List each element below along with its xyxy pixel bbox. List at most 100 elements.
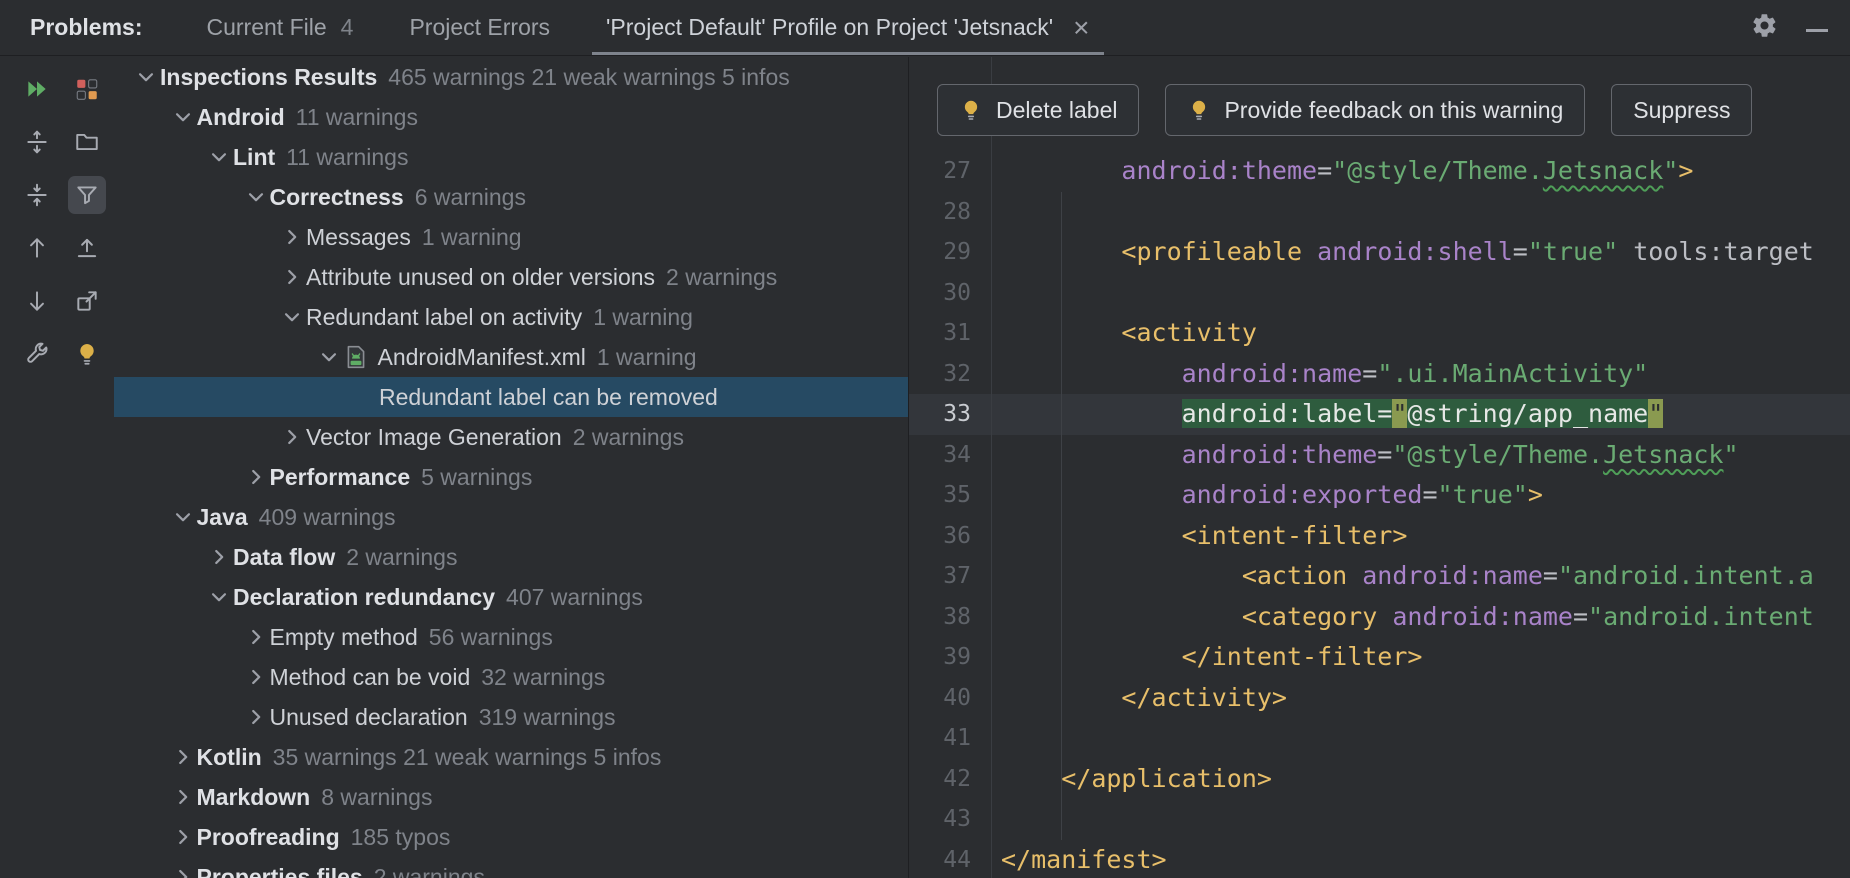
tree-row-kotlin[interactable]: Kotlin 35 warnings 21 weak warnings 5 inf…	[114, 737, 908, 777]
left-toolbar	[0, 57, 114, 878]
code-line-32[interactable]: 32 android:name=".ui.MainActivity"	[909, 354, 1850, 395]
rerun-inspections-icon[interactable]	[18, 70, 56, 108]
chevron-right-icon[interactable]	[169, 823, 197, 851]
code-line-38[interactable]: 38 <category android:name="android.inten…	[909, 597, 1850, 638]
export-icon[interactable]	[68, 282, 106, 320]
tree-row-label: Java	[197, 504, 248, 531]
provide-feedback-on-this-warning-button[interactable]: Provide feedback on this warning	[1165, 84, 1585, 136]
code-line-27[interactable]: 27 android:theme="@style/Theme.Jetsnack"…	[909, 151, 1850, 192]
tree-row-data-flow[interactable]: Data flow2 warnings	[114, 537, 908, 577]
tree-row-vector-image-generation[interactable]: Vector Image Generation2 warnings	[114, 417, 908, 457]
chevron-down-icon[interactable]	[205, 143, 233, 171]
chevron-down-icon[interactable]	[205, 583, 233, 611]
tree-row-label: Inspections Results	[160, 64, 377, 91]
code-text: android:theme="@style/Theme.Jetsnack"	[991, 435, 1739, 476]
code-text	[991, 718, 1001, 759]
chevron-right-icon[interactable]	[278, 223, 306, 251]
tab-project-errors[interactable]: Project Errors	[381, 0, 578, 55]
close-tab-icon[interactable]: ×	[1073, 14, 1089, 42]
code-line-37[interactable]: 37 <action android:name="android.intent.…	[909, 556, 1850, 597]
tree-row-label: Kotlin	[197, 744, 262, 771]
hide-tool-window-icon[interactable]	[1806, 19, 1828, 37]
tree-row-messages[interactable]: Messages1 warning	[114, 217, 908, 257]
tool-window-header: Problems: Current File4Project Errors'Pr…	[0, 0, 1850, 56]
chevron-right-icon[interactable]	[169, 863, 197, 878]
chevron-right-icon[interactable]	[169, 743, 197, 771]
chevron-right-icon[interactable]	[278, 263, 306, 291]
collapse-all-icon[interactable]	[18, 176, 56, 214]
tree-row-label: Proofreading	[197, 824, 340, 851]
code-text: <profileable android:shell="true" tools:…	[991, 232, 1814, 273]
chevron-right-icon[interactable]	[169, 783, 197, 811]
chevron-right-icon[interactable]	[242, 463, 270, 491]
tree-row-count: 2 warnings	[346, 544, 457, 571]
code-line-36[interactable]: 36 <intent-filter>	[909, 516, 1850, 557]
code-text: <category android:name="android.intent	[991, 597, 1814, 638]
chevron-down-icon[interactable]	[278, 303, 306, 331]
chevron-right-icon[interactable]	[242, 703, 270, 731]
tree-row-redundant-label-can-be-removed[interactable]: Redundant label can be removed	[114, 377, 908, 417]
chevron-down-icon[interactable]	[169, 503, 197, 531]
expand-all-icon[interactable]	[18, 123, 56, 161]
code-line-30[interactable]: 30	[909, 273, 1850, 314]
suppress-button[interactable]: Suppress	[1611, 84, 1752, 136]
chevron-down-icon[interactable]	[169, 103, 197, 131]
chevron-right-icon[interactable]	[278, 423, 306, 451]
next-problem-icon[interactable]	[18, 282, 56, 320]
code-line-43[interactable]: 43	[909, 799, 1850, 840]
code-line-29[interactable]: 29 <profileable android:shell="true" too…	[909, 232, 1850, 273]
tree-row-count: 35 warnings 21 weak warnings 5 infos	[273, 744, 662, 771]
tree-row-declaration-redundancy[interactable]: Declaration redundancy407 warnings	[114, 577, 908, 617]
tree-row-performance[interactable]: Performance5 warnings	[114, 457, 908, 497]
tab-project-default-profile-on-project-jetsnack[interactable]: 'Project Default' Profile on Project 'Je…	[578, 0, 1117, 55]
chevron-right-icon[interactable]	[205, 543, 233, 571]
tree-row-redundant-label-on-activity[interactable]: Redundant label on activity1 warning	[114, 297, 908, 337]
tree-row-lint[interactable]: Lint11 warnings	[114, 137, 908, 177]
upload-icon[interactable]	[68, 229, 106, 267]
tree-row-unused-declaration[interactable]: Unused declaration319 warnings	[114, 697, 908, 737]
code-line-40[interactable]: 40 </activity>	[909, 678, 1850, 719]
delete-label-button[interactable]: Delete label	[937, 84, 1139, 136]
code-line-33[interactable]: 33 android:label="@string/app_name"	[909, 394, 1850, 435]
code-line-42[interactable]: 42 </application>	[909, 759, 1850, 800]
tree-row-correctness[interactable]: Correctness6 warnings	[114, 177, 908, 217]
group-by-directory-icon[interactable]	[68, 123, 106, 161]
code-line-41[interactable]: 41	[909, 718, 1850, 759]
inspection-settings-wrench-icon[interactable]	[18, 335, 56, 373]
code-line-35[interactable]: 35 android:exported="true">	[909, 475, 1850, 516]
chevron-down-icon[interactable]	[315, 343, 343, 371]
tree-row-android[interactable]: Android11 warnings	[114, 97, 908, 137]
line-number: 43	[909, 799, 991, 840]
tree-row-java[interactable]: Java409 warnings	[114, 497, 908, 537]
tree-row-markdown[interactable]: Markdown8 warnings	[114, 777, 908, 817]
tree-row-count: 2 warnings	[573, 424, 684, 451]
severity-filter-icon[interactable]	[68, 70, 106, 108]
chevron-right-icon[interactable]	[242, 623, 270, 651]
header-tabs: Current File4Project Errors'Project Defa…	[178, 0, 1117, 55]
filter-icon[interactable]	[68, 176, 106, 214]
tree-row-label: Redundant label can be removed	[379, 384, 718, 411]
code-line-28[interactable]: 28	[909, 192, 1850, 233]
tree-row-attribute-unused-on-older-versions[interactable]: Attribute unused on older versions2 warn…	[114, 257, 908, 297]
tree-row-method-can-be-void[interactable]: Method can be void32 warnings	[114, 657, 908, 697]
code-line-31[interactable]: 31 <activity	[909, 313, 1850, 354]
chevron-down-icon[interactable]	[242, 183, 270, 211]
settings-gear-icon[interactable]	[1751, 12, 1778, 44]
tab-current-file[interactable]: Current File4	[178, 0, 381, 55]
tree-row-androidmanifest-xml[interactable]: AndroidManifest.xml1 warning	[114, 337, 908, 377]
tree-row-proofreading[interactable]: Proofreading185 typos	[114, 817, 908, 857]
tree-row-properties-files[interactable]: Properties files2 warnings	[114, 857, 908, 878]
previous-problem-icon[interactable]	[18, 229, 56, 267]
tree-row-inspections-results[interactable]: Inspections Results465 warnings 21 weak …	[114, 57, 908, 97]
toolbar-grid	[0, 57, 114, 373]
tree-row-empty-method[interactable]: Empty method56 warnings	[114, 617, 908, 657]
code-line-39[interactable]: 39 </intent-filter>	[909, 637, 1850, 678]
chevron-right-icon[interactable]	[242, 663, 270, 691]
tree-row-label: Properties files	[197, 864, 363, 878]
code-text: android:theme="@style/Theme.Jetsnack">	[991, 151, 1693, 192]
code-line-34[interactable]: 34 android:theme="@style/Theme.Jetsnack"	[909, 435, 1850, 476]
button-label: Suppress	[1633, 97, 1730, 124]
code-line-44[interactable]: 44</manifest>	[909, 840, 1850, 878]
quick-fix-bulb-icon[interactable]	[68, 335, 106, 373]
chevron-down-icon[interactable]	[132, 63, 160, 91]
